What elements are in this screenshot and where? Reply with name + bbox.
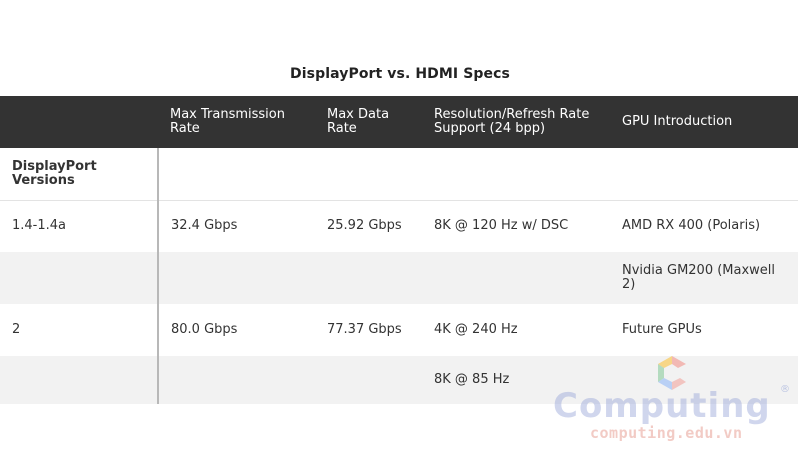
version-cell [0, 356, 159, 404]
column-header-max-transmission-rate: Max Transmission Rate [170, 107, 285, 136]
watermark-registered-mark: ® [780, 384, 790, 395]
table-row: 2 80.0 Gbps 77.37 Gbps 4K @ 240 Hz Futur… [0, 304, 798, 356]
table-cell: 32.4 Gbps [171, 218, 238, 234]
table-row: Nvidia GM200 (Maxwell 2) [0, 252, 798, 304]
table-cell [422, 148, 610, 201]
table-cell [422, 252, 610, 304]
column-header-max-data-rate: Max Data Rate [327, 107, 390, 136]
table-header-row: Max Transmission Rate Max Data Rate Reso… [0, 96, 798, 148]
table-cell [158, 148, 315, 201]
table-cell: 77.37 Gbps [327, 322, 402, 337]
table-cell: 8K @ 120 Hz w/ DSC [434, 218, 569, 234]
column-header [0, 96, 158, 148]
column-header-gpu-introduction: GPU Introduction [622, 114, 733, 129]
watermark-url: computing.edu.vn [590, 424, 743, 442]
table-cell [610, 148, 798, 201]
section-row-displayport: DisplayPort Versions [0, 148, 798, 201]
table-cell [315, 148, 422, 201]
version-cell: 1.4-1.4a [0, 200, 159, 252]
table-cell [315, 252, 422, 304]
table-cell [315, 356, 422, 404]
table-cell [158, 252, 315, 304]
table-cell: Nvidia GM200 (Maxwell 2) [622, 263, 776, 292]
table-cell: AMD RX 400 (Polaris) [622, 218, 761, 234]
version-cell [0, 252, 159, 304]
section-label: DisplayPort Versions [0, 148, 159, 201]
table-row: 1.4-1.4a 32.4 Gbps 25.92 Gbps 8K @ 120 H… [0, 200, 798, 252]
version-cell: 2 [0, 304, 159, 356]
table-cell: 80.0 Gbps [171, 322, 238, 337]
table-title: DisplayPort vs. HDMI Specs [290, 66, 510, 82]
table-cell [158, 356, 315, 404]
table-cell: Future GPUs [622, 322, 702, 337]
table-cell: 4K @ 240 Hz [434, 322, 518, 337]
table-cell: 25.92 Gbps [327, 218, 402, 234]
watermark-brand: Computing [553, 386, 771, 426]
column-header-resolution-refresh-rate: Resolution/Refresh Rate Support (24 bpp) [434, 107, 590, 136]
